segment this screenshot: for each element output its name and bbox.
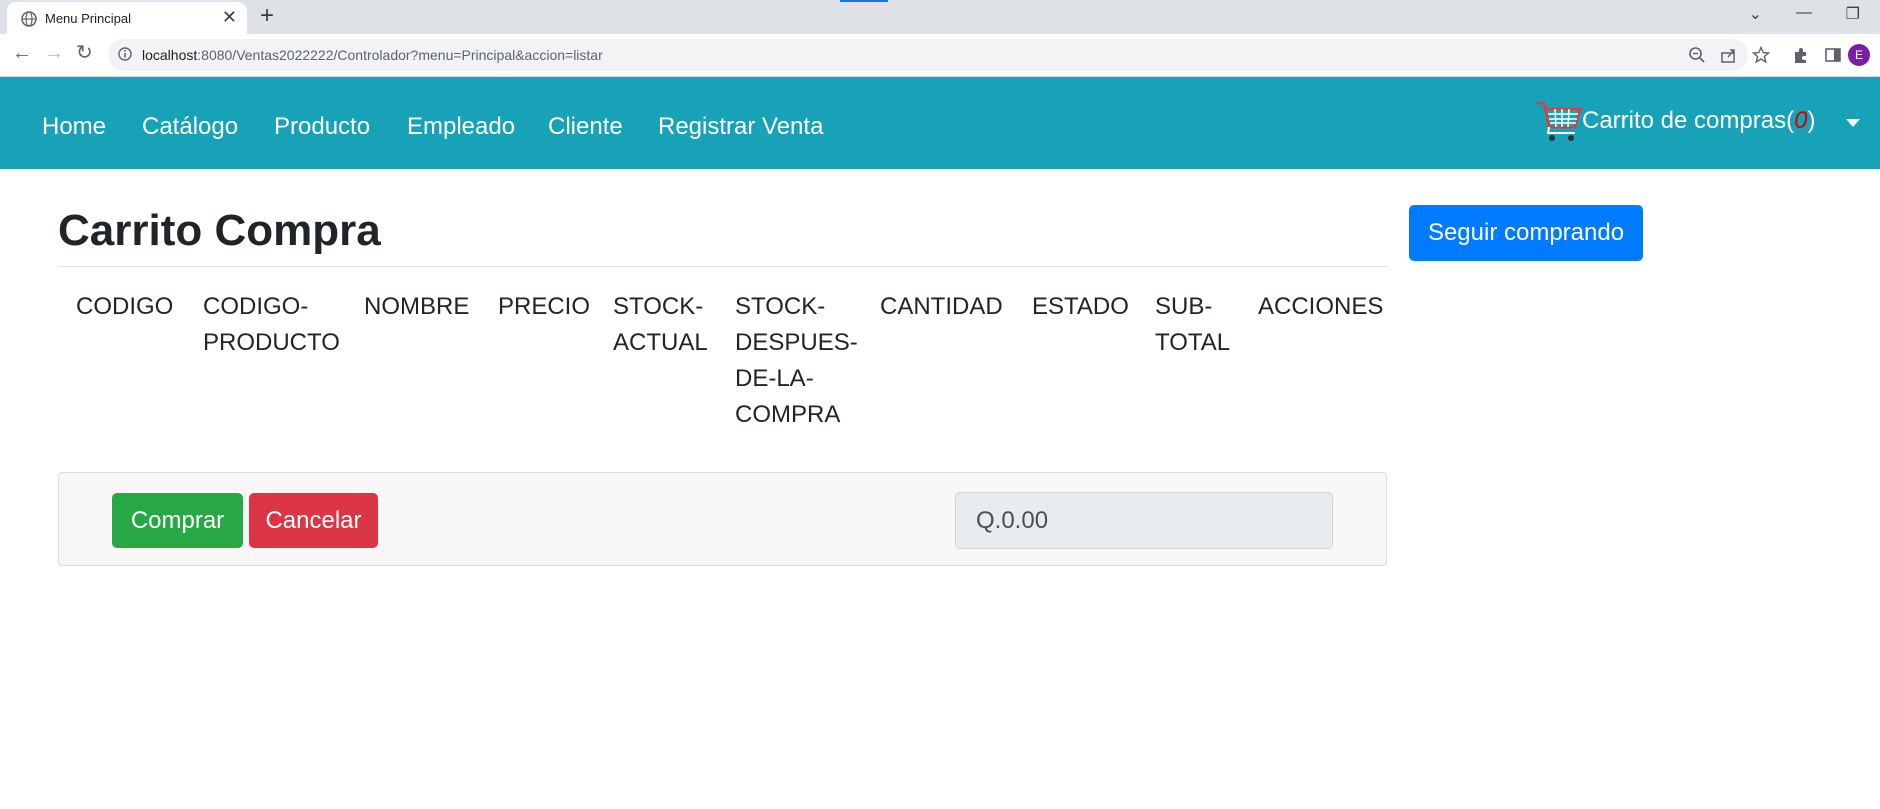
close-tab-icon[interactable]: ✕ <box>222 7 237 27</box>
side-panel-icon[interactable] <box>1824 46 1842 64</box>
restore-button[interactable]: ❐ <box>1846 4 1860 24</box>
url-host: localhost <box>142 47 198 63</box>
header-line: CODIGO <box>76 293 174 320</box>
page-title: Carrito Compra <box>58 206 381 255</box>
header-line: ACCIONES <box>1258 293 1384 320</box>
header-line: STOCK- <box>613 293 704 320</box>
header-line: SUB- <box>1155 293 1213 320</box>
buy-button[interactable]: Comprar <box>112 493 243 548</box>
dropdown-caret-icon[interactable] <box>1846 119 1860 127</box>
title-divider <box>58 266 1388 267</box>
header-line: CANTIDAD <box>880 293 1003 320</box>
header-line: CODIGO- <box>203 293 309 320</box>
header-codigo: CODIGO <box>76 289 173 325</box>
active-indicator <box>840 0 888 2</box>
new-tab-button[interactable]: + <box>260 3 274 29</box>
header-cantidad: CANTIDAD <box>880 289 1003 325</box>
header-nombre: NOMBRE <box>364 289 469 325</box>
share-icon[interactable] <box>1720 46 1738 64</box>
forward-icon[interactable]: → <box>44 43 64 63</box>
url-text[interactable]: localhost:8080/Ventas2022222/Controlador… <box>142 47 603 63</box>
header-line: DESPUES- <box>735 329 858 356</box>
tab-title: Menu Principal <box>45 11 131 26</box>
cancel-button[interactable]: Cancelar <box>249 493 378 548</box>
url-path: :8080/Ventas2022222/Controlador?menu=Pri… <box>197 47 603 63</box>
header-stock-despues: STOCK- DESPUES- DE-LA- COMPRA <box>735 289 858 433</box>
cart-close-paren: ) <box>1807 107 1816 134</box>
browser-tab[interactable]: Menu Principal ✕ <box>7 2 247 34</box>
cart-open-paren: ( <box>1786 107 1795 134</box>
reload-icon[interactable]: ↻ <box>76 43 93 63</box>
nav-link-catalogo[interactable]: Catálogo <box>142 113 238 141</box>
back-icon[interactable]: ← <box>12 43 32 63</box>
minimize-button[interactable]: — <box>1796 4 1812 22</box>
cart-link[interactable]: Carrito de compras(0) <box>1582 107 1815 135</box>
header-precio: PRECIO <box>498 289 590 325</box>
cart-count: 0 <box>1794 107 1808 134</box>
continue-shopping-button[interactable]: Seguir comprando <box>1409 205 1643 261</box>
header-line: PRECIO <box>498 293 591 320</box>
header-acciones: ACCIONES <box>1258 289 1383 325</box>
globe-icon <box>21 11 37 27</box>
shopping-cart-icon[interactable] <box>1535 97 1583 145</box>
header-line: DE-LA- <box>735 365 814 392</box>
nav-link-producto[interactable]: Producto <box>274 113 370 141</box>
nav-link-cliente[interactable]: Cliente <box>548 113 623 141</box>
header-estado: ESTADO <box>1032 289 1129 325</box>
header-line: ESTADO <box>1032 293 1129 320</box>
header-line: NOMBRE <box>364 293 470 320</box>
tab-search-icon[interactable]: ⌄ <box>1749 4 1762 24</box>
header-line: STOCK- <box>735 293 826 320</box>
info-icon[interactable] <box>118 47 132 61</box>
address-bar[interactable]: localhost:8080/Ventas2022222/Controlador… <box>108 39 1748 71</box>
browser-toolbar: ← → ↻ localhost:8080/Ventas2022222/Contr… <box>0 34 1880 77</box>
cart-label: Carrito de compras <box>1582 107 1787 134</box>
profile-avatar[interactable]: E <box>1848 44 1870 66</box>
header-line: ACTUAL <box>613 329 708 356</box>
header-stock-actual: STOCK- ACTUAL <box>613 289 708 361</box>
header-line: COMPRA <box>735 401 841 428</box>
header-line: PRODUCTO <box>203 329 340 356</box>
nav-link-empleado[interactable]: Empleado <box>407 113 515 141</box>
zoom-icon[interactable] <box>1688 46 1706 64</box>
nav-link-home[interactable]: Home <box>42 113 106 141</box>
main-navbar: Home Catálogo Producto Empleado Cliente … <box>0 77 1880 169</box>
header-line: TOTAL <box>1155 329 1231 356</box>
extensions-icon[interactable] <box>1792 46 1810 64</box>
nav-link-registrar-venta[interactable]: Registrar Venta <box>658 113 823 141</box>
header-subtotal: SUB- TOTAL <box>1155 289 1230 361</box>
star-icon[interactable] <box>1752 46 1770 64</box>
browser-tab-strip: Menu Principal ✕ + ⌄ — ❐ <box>0 0 1880 34</box>
header-codigo-producto: CODIGO- PRODUCTO <box>203 289 340 361</box>
total-field[interactable]: Q.0.00 <box>955 492 1333 549</box>
